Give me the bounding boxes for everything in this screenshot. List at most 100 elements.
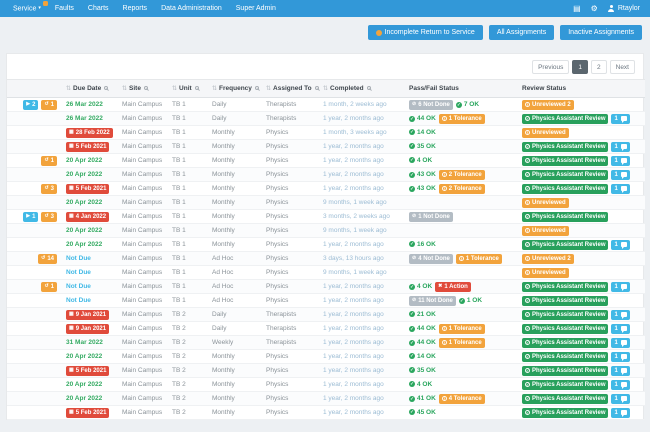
play-badge[interactable]: ▶2 (23, 100, 38, 110)
comments-badge[interactable]: 1 (611, 408, 629, 418)
tolerance-badge[interactable]: !2 Tolerance (439, 184, 485, 194)
table-row[interactable]: ▦28 Feb 2022Main CampusTB 1MonthlyPhysic… (7, 126, 645, 140)
pagination-previous[interactable]: Previous (532, 60, 569, 74)
unreviewed-badge[interactable]: !Unreviewed (522, 268, 569, 278)
pagination-next[interactable]: Next (610, 60, 635, 74)
search-icon[interactable] (195, 86, 199, 90)
unreviewed-badge[interactable]: !Unreviewed (522, 198, 569, 208)
nav-item-reports[interactable]: Reports (116, 0, 155, 17)
comments-badge[interactable]: 1 (611, 366, 629, 376)
comments-badge[interactable]: 1 (611, 324, 629, 334)
tolerance-badge[interactable]: !1 Tolerance (439, 324, 485, 334)
search-icon[interactable] (144, 86, 148, 90)
sort-icon[interactable]: ⇅ (266, 86, 271, 92)
sort-icon[interactable]: ⇅ (122, 86, 127, 92)
due-date-link[interactable]: 20 Apr 2022 (66, 353, 102, 360)
table-row[interactable]: ▦5 Feb 2021Main CampusTB 2MonthlyPhysics… (7, 364, 645, 378)
table-row[interactable]: 26 Mar 2022Main CampusTB 1DailyTherapist… (7, 112, 645, 126)
not-done-badge[interactable]: ⊘1 Not Done (409, 212, 453, 222)
overdue-date-badge[interactable]: ▦4 Jan 2022 (66, 212, 109, 222)
nav-item-data-administration[interactable]: Data Administration (154, 0, 229, 17)
search-icon[interactable] (104, 86, 108, 90)
due-date-link[interactable]: 20 Apr 2022 (66, 171, 102, 178)
due-date-link[interactable]: 20 Apr 2022 (66, 227, 102, 234)
review-status-badge[interactable]: ✓Physics Assistant Review (522, 324, 608, 334)
tolerance-badge[interactable]: !1 Tolerance (439, 338, 485, 348)
comments-badge[interactable]: 1 (611, 156, 629, 166)
due-date-link[interactable]: Not Due (66, 297, 91, 304)
due-date-link[interactable]: 20 Apr 2022 (66, 157, 102, 164)
review-status-badge[interactable]: ✓Physics Assistant Review (522, 212, 608, 222)
nav-item-faults[interactable]: Faults (48, 0, 81, 17)
unreviewed-badge[interactable]: !Unreviewed (522, 226, 569, 236)
due-date-link[interactable]: 20 Apr 2022 (66, 381, 102, 388)
action-badge[interactable]: ✖1 Action (435, 282, 471, 292)
nav-item-super-admin[interactable]: Super Admin (229, 0, 283, 17)
overdue-date-badge[interactable]: ▦5 Feb 2021 (66, 184, 109, 194)
pagination-page-2[interactable]: 2 (591, 60, 607, 74)
review-status-badge[interactable]: ✓Physics Assistant Review (522, 338, 608, 348)
unreviewed-badge[interactable]: !Unreviewed 2 (522, 254, 574, 264)
redo-badge[interactable]: ↺3 (41, 184, 57, 194)
table-row[interactable]: ▶1↺3▦4 Jan 2022Main CampusTB 1MonthlyPhy… (7, 210, 645, 224)
table-row[interactable]: ▦5 Feb 2021Main CampusTB 2MonthlyPhysics… (7, 406, 645, 420)
review-status-badge[interactable]: ✓Physics Assistant Review (522, 170, 608, 180)
due-date-link[interactable]: 26 Mar 2022 (66, 115, 103, 122)
table-row[interactable]: ▦9 Jan 2021Main CampusTB 2DailyTherapist… (7, 308, 645, 322)
review-status-badge[interactable]: ✓Physics Assistant Review (522, 296, 608, 306)
review-status-badge[interactable]: ✓Physics Assistant Review (522, 366, 608, 376)
table-row[interactable]: 20 Apr 2022Main CampusTB 2MonthlyPhysics… (7, 392, 645, 406)
comments-badge[interactable]: 1 (611, 184, 629, 194)
comments-badge[interactable]: 1 (611, 170, 629, 180)
due-date-link[interactable]: Not Due (66, 283, 91, 290)
overdue-date-badge[interactable]: ▦28 Feb 2022 (66, 128, 113, 138)
overdue-date-badge[interactable]: ▦9 Jan 2021 (66, 324, 109, 334)
comments-badge[interactable]: 1 (611, 338, 629, 348)
review-status-badge[interactable]: ✓Physics Assistant Review (522, 282, 608, 292)
table-row[interactable]: ↺1Not DueMain CampusTB 1Ad HocPhysics1 y… (7, 280, 645, 294)
table-row[interactable]: 20 Apr 2022Main CampusTB 2MonthlyPhysics… (7, 350, 645, 364)
review-status-badge[interactable]: ✓Physics Assistant Review (522, 380, 608, 390)
review-status-badge[interactable]: ✓Physics Assistant Review (522, 310, 608, 320)
not-done-badge[interactable]: ⊘6 Not Done (409, 100, 453, 110)
book-icon[interactable]: ▤ (573, 0, 581, 17)
sort-icon[interactable]: ⇅ (323, 86, 328, 92)
comments-badge[interactable]: 1 (611, 114, 629, 124)
table-row[interactable]: 20 Apr 2022Main CampusTB 1MonthlyPhysics… (7, 224, 645, 238)
sort-icon[interactable]: ⇅ (212, 86, 217, 92)
review-status-badge[interactable]: ✓Physics Assistant Review (522, 352, 608, 362)
due-date-link[interactable]: 26 Mar 2022 (66, 101, 103, 108)
tolerance-badge[interactable]: !1 Tolerance (456, 254, 502, 264)
review-status-badge[interactable]: ✓Physics Assistant Review (522, 394, 608, 404)
comments-badge[interactable]: 1 (611, 282, 629, 292)
play-badge[interactable]: ▶1 (23, 212, 38, 222)
overdue-date-badge[interactable]: ▦5 Feb 2021 (66, 408, 109, 418)
comments-badge[interactable]: 1 (611, 394, 629, 404)
table-row[interactable]: 20 Apr 2022Main CampusTB 1MonthlyPhysics… (7, 168, 645, 182)
table-row[interactable]: 20 Apr 2022Main CampusTB 1MonthlyPhysics… (7, 238, 645, 252)
tolerance-badge[interactable]: !2 Tolerance (439, 170, 485, 180)
not-done-badge[interactable]: ⊘4 Not Done (409, 254, 453, 264)
review-status-badge[interactable]: ✓Physics Assistant Review (522, 240, 608, 250)
due-date-link[interactable]: 20 Apr 2022 (66, 199, 102, 206)
table-row[interactable]: 31 Mar 2022Main CampusTB 2WeeklyTherapis… (7, 336, 645, 350)
user-menu[interactable]: Rtaylor (608, 5, 640, 12)
sort-icon[interactable]: ⇅ (66, 86, 71, 92)
review-status-badge[interactable]: ✓Physics Assistant Review (522, 156, 608, 166)
incomplete-return-to-service-button[interactable]: Incomplete Return to Service (368, 25, 483, 40)
table-row[interactable]: ↺120 Apr 2022Main CampusTB 1MonthlyPhysi… (7, 154, 645, 168)
redo-badge[interactable]: ↺1 (41, 156, 57, 166)
table-row[interactable]: ↺3▦5 Feb 2021Main CampusTB 1MonthlyPhysi… (7, 182, 645, 196)
due-date-link[interactable]: 20 Apr 2022 (66, 241, 102, 248)
table-row[interactable]: ▦5 Feb 2021Main CampusTB 1MonthlyPhysics… (7, 140, 645, 154)
sort-icon[interactable]: ⇅ (172, 86, 177, 92)
gear-icon[interactable]: ⚙ (591, 0, 598, 17)
overdue-date-badge[interactable]: ▦9 Jan 2021 (66, 310, 109, 320)
redo-badge[interactable]: ↺14 (38, 254, 57, 264)
table-row[interactable]: ▶2↺126 Mar 2022Main CampusTB 1DailyThera… (7, 98, 645, 112)
overdue-date-badge[interactable]: ▦5 Feb 2021 (66, 142, 109, 152)
nav-item-charts[interactable]: Charts (81, 0, 116, 17)
table-row[interactable]: 20 Apr 2022Main CampusTB 1MonthlyPhysics… (7, 196, 645, 210)
inactive-assignments-button[interactable]: Inactive Assignments (560, 25, 642, 40)
search-icon[interactable] (315, 86, 319, 90)
